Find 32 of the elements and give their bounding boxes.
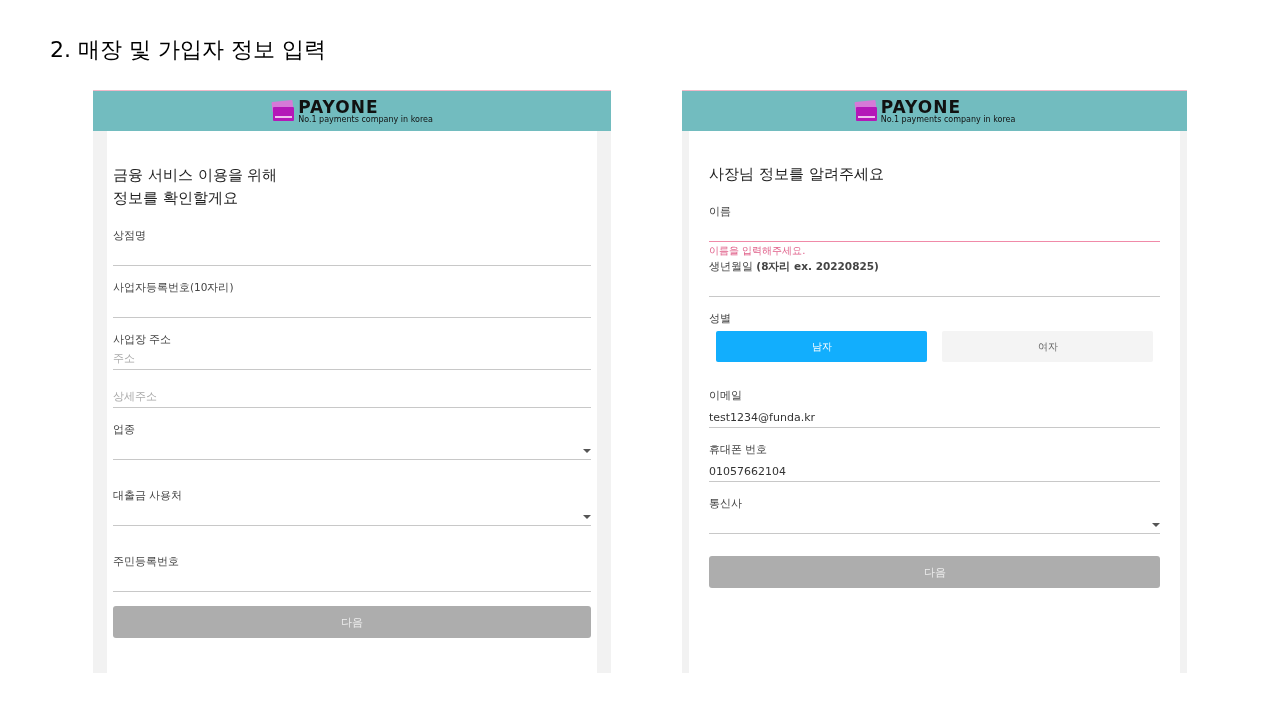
field-label: 이메일 (709, 388, 743, 402)
error-message: 이름을 입력해주세요. (709, 245, 807, 257)
page-heading: 정보를 확인할게요 (113, 188, 239, 209)
card-logo-icon (853, 100, 878, 122)
field-label: 사업자등록번호(10자리) (113, 280, 235, 294)
field-label: 통신사 (709, 496, 743, 510)
field-label: 상점명 (113, 228, 147, 242)
logo-wordmark: PAYONE (880, 98, 963, 116)
field-label: 대출금 사용처 (113, 488, 184, 502)
card-logo-icon (271, 100, 296, 122)
field-label: 주민등록번호 (113, 554, 180, 568)
dropdown-caret-icon (583, 515, 591, 519)
dropdown-caret-icon (583, 449, 591, 453)
page-heading: 금융 서비스 이용을 위해 (113, 165, 279, 186)
input-field[interactable]: 01057662104 (709, 456, 1160, 482)
page-heading: 사장님 정보를 알려주세요 (709, 164, 885, 185)
logo-tagline: No.1 payments company in korea (880, 115, 1016, 124)
field-label: 성별 (709, 311, 732, 325)
gender-option[interactable]: 남자 (716, 331, 927, 362)
field-label: 생년월일 (8자리 ex. 20220825) (709, 259, 880, 273)
input-field[interactable]: test1234@funda.kr (709, 402, 1160, 428)
field-label: 업종 (113, 422, 136, 436)
field-label: 사업장 주소 (113, 332, 173, 346)
field-label: 이름 (709, 204, 732, 218)
input-field[interactable]: 주소 (113, 346, 591, 370)
logo-wordmark: PAYONE (298, 98, 380, 116)
input-field[interactable]: 상세주소 (113, 384, 591, 408)
logo-tagline: No.1 payments company in korea (298, 115, 433, 124)
gender-option[interactable]: 여자 (942, 331, 1153, 362)
slide-title: 2. 매장 및 가입자 정보 입력 (50, 36, 326, 64)
field-label: 휴대폰 번호 (709, 442, 769, 456)
dropdown-caret-icon (1152, 523, 1160, 527)
